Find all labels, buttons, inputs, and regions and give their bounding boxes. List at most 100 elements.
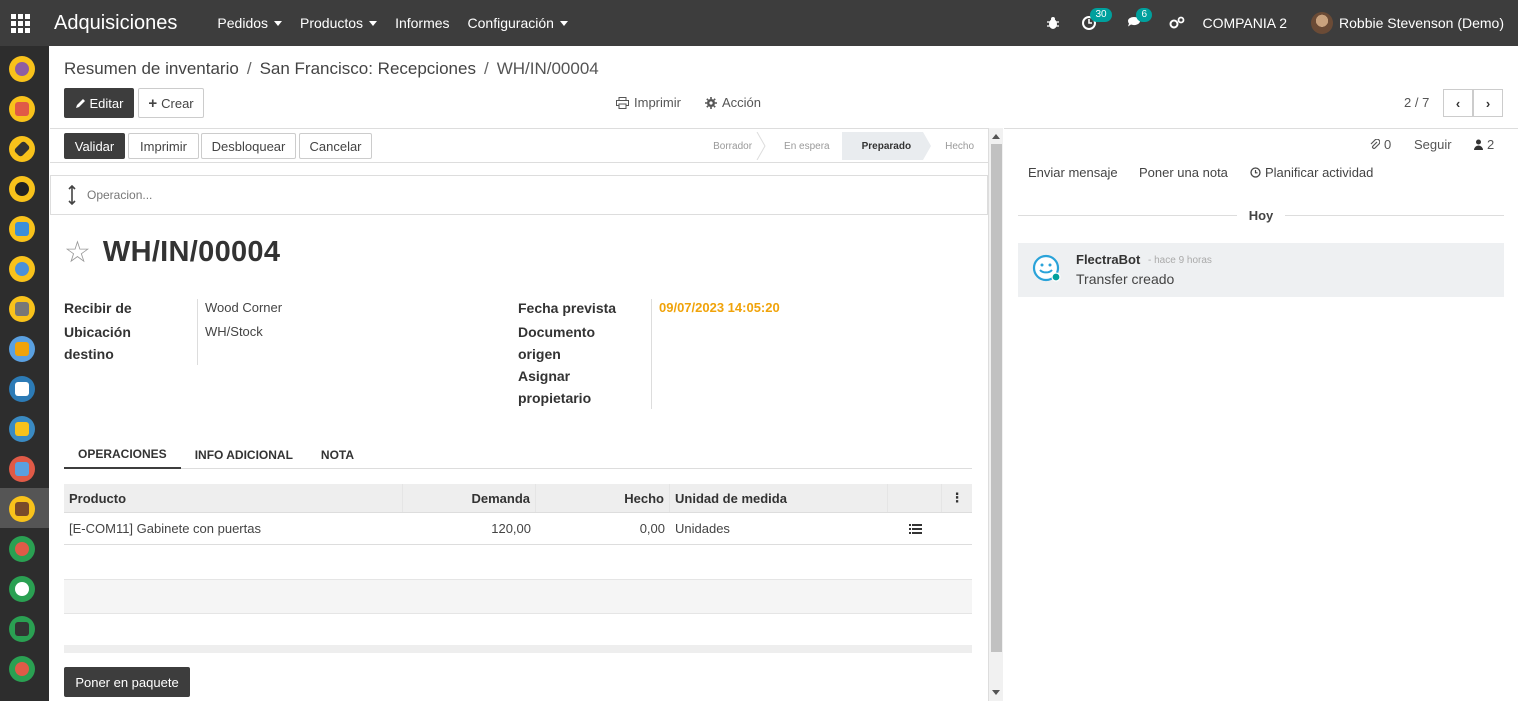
source-doc-label-line1: Documento bbox=[518, 324, 595, 340]
caret-down-icon bbox=[274, 20, 283, 26]
scheduled-date-label: Fecha prevista bbox=[518, 300, 617, 316]
menu-label: Pedidos bbox=[217, 15, 269, 31]
scheduled-date-value[interactable]: 09/07/2023 14:05:20 bbox=[659, 297, 780, 319]
menu-configuracion[interactable]: Configuración bbox=[468, 15, 568, 31]
stage-label: Borrador bbox=[713, 140, 753, 152]
validate-button[interactable]: Validar bbox=[64, 133, 125, 159]
messages-badge: 6 bbox=[1136, 8, 1153, 22]
app-icon-manufacturing[interactable] bbox=[9, 536, 35, 562]
message-body: Transfer creado bbox=[1076, 271, 1175, 287]
app-brand[interactable]: Adquisiciones bbox=[54, 12, 177, 35]
app-icon-sales[interactable] bbox=[9, 256, 35, 282]
col-demand[interactable]: Demanda bbox=[403, 484, 536, 512]
print-menu[interactable]: Imprimir bbox=[616, 95, 681, 110]
col-product[interactable]: Producto bbox=[64, 484, 403, 512]
app-icon-settings[interactable] bbox=[9, 656, 35, 682]
tab-note[interactable]: NOTA bbox=[307, 441, 368, 469]
menu-label: Informes bbox=[395, 15, 450, 31]
app-icon-pos[interactable] bbox=[9, 456, 35, 482]
source-doc-label-line2: origen bbox=[518, 346, 561, 362]
pager-value[interactable]: 2 / 7 bbox=[1404, 95, 1429, 110]
create-button[interactable]: + Crear bbox=[138, 88, 204, 118]
unlock-button[interactable]: Desbloquear bbox=[201, 133, 296, 159]
print-label: Imprimir bbox=[634, 95, 681, 110]
col-uom[interactable]: Unidad de medida bbox=[670, 484, 888, 512]
operation-type-field[interactable]: Operacion... bbox=[50, 175, 988, 215]
date-separator-label: Hoy bbox=[1248, 207, 1274, 223]
app-icon-project[interactable] bbox=[9, 416, 35, 442]
scroll-thumb[interactable] bbox=[991, 144, 1002, 652]
dest-location-value[interactable]: WH/Stock bbox=[205, 321, 263, 343]
bug-icon[interactable] bbox=[1042, 12, 1064, 34]
col-blank bbox=[888, 484, 942, 512]
star-icon[interactable]: ☆ bbox=[64, 237, 91, 268]
cancel-button[interactable]: Cancelar bbox=[299, 133, 372, 159]
tab-operations[interactable]: OPERACIONES bbox=[64, 441, 181, 469]
table-row[interactable]: [E-COM11] Gabinete con puertas 120,00 0,… bbox=[64, 513, 972, 545]
receive-from-value[interactable]: Wood Corner bbox=[205, 297, 282, 319]
menu-productos[interactable]: Productos bbox=[300, 15, 378, 31]
follow-button[interactable]: Seguir bbox=[1414, 137, 1452, 152]
action-label: Acción bbox=[722, 95, 762, 110]
app-icon-website[interactable] bbox=[9, 336, 35, 362]
stage-label: En espera bbox=[784, 140, 830, 152]
company-switch-icon[interactable] bbox=[1166, 12, 1188, 34]
followers-button[interactable]: 2 bbox=[1474, 137, 1494, 152]
send-message-button[interactable]: Enviar mensaje bbox=[1028, 165, 1118, 180]
caret-down-icon bbox=[369, 20, 378, 26]
company-name[interactable]: COMPANIA 2 bbox=[1202, 15, 1287, 31]
breadcrumb-item[interactable]: Resumen de inventario bbox=[64, 59, 239, 79]
stage-arrow-icon bbox=[923, 132, 932, 160]
edit-button[interactable]: Editar bbox=[64, 88, 134, 118]
log-note-button[interactable]: Poner una nota bbox=[1139, 165, 1228, 180]
print-button[interactable]: Imprimir bbox=[128, 133, 199, 159]
cell-uom: Unidades bbox=[675, 521, 730, 536]
stage-draft[interactable]: Borrador bbox=[693, 132, 766, 160]
app-icon-invoicing[interactable] bbox=[9, 376, 35, 402]
breadcrumb-separator: / bbox=[483, 59, 489, 78]
user-menu[interactable]: Robbie Stevenson (Demo) bbox=[1311, 12, 1504, 34]
pager-next-button[interactable]: › bbox=[1473, 89, 1503, 117]
message-timestamp: - hace 9 horas bbox=[1148, 255, 1212, 266]
app-icon-inventory[interactable] bbox=[9, 496, 35, 522]
app-icon-employees[interactable] bbox=[9, 576, 35, 602]
page-title: WH/IN/00004 bbox=[102, 236, 281, 268]
breadcrumb-separator: / bbox=[246, 59, 252, 78]
menu-pedidos[interactable]: Pedidos bbox=[217, 15, 283, 31]
column-options-icon[interactable]: ⋮ bbox=[942, 484, 972, 512]
app-icon-crm[interactable] bbox=[9, 216, 35, 242]
app-icon-fleet[interactable] bbox=[9, 616, 35, 642]
stage-waiting[interactable]: En espera bbox=[764, 132, 842, 160]
stage-pipeline: Borrador En espera Preparado Hecho bbox=[693, 132, 974, 160]
print-icon bbox=[616, 96, 629, 109]
put-in-pack-button[interactable]: Poner en paquete bbox=[64, 667, 190, 697]
schedule-activity-label: Planificar actividad bbox=[1265, 165, 1374, 180]
action-menu[interactable]: Acción bbox=[705, 95, 761, 110]
col-done[interactable]: Hecho bbox=[536, 484, 670, 512]
attachments-button[interactable]: 0 bbox=[1370, 137, 1391, 152]
empty-row bbox=[64, 614, 972, 648]
messages-icon[interactable]: 6 bbox=[1124, 8, 1153, 34]
pager-previous-button[interactable]: ‹ bbox=[1443, 89, 1473, 117]
app-icon-notes[interactable] bbox=[9, 136, 35, 162]
app-icon-contacts[interactable] bbox=[9, 176, 35, 202]
chevron-right-icon: › bbox=[1485, 95, 1491, 111]
activity-clock-icon[interactable]: 30 bbox=[1078, 8, 1112, 34]
scroll-down-icon[interactable] bbox=[992, 690, 1000, 695]
breadcrumb-item[interactable]: San Francisco: Recepciones bbox=[260, 59, 476, 79]
apps-sidebar bbox=[0, 46, 49, 701]
form-scrollbar[interactable] bbox=[988, 128, 1003, 701]
app-icon-discuss[interactable] bbox=[9, 56, 35, 82]
top-navbar: Adquisiciones Pedidos Productos Informes… bbox=[0, 0, 1518, 46]
message-author[interactable]: FlectraBot bbox=[1076, 252, 1140, 267]
dest-location-label-line2: destino bbox=[64, 346, 114, 362]
app-icon-documents[interactable] bbox=[9, 296, 35, 322]
menu-informes[interactable]: Informes bbox=[395, 15, 449, 31]
schedule-activity-button[interactable]: Planificar actividad bbox=[1250, 165, 1373, 180]
scroll-up-icon[interactable] bbox=[992, 134, 1000, 139]
tab-additional-info[interactable]: INFO ADICIONAL bbox=[181, 441, 307, 469]
apps-menu-icon[interactable] bbox=[0, 0, 40, 46]
app-icon-calendar[interactable] bbox=[9, 96, 35, 122]
stage-ready[interactable]: Preparado bbox=[841, 132, 932, 160]
details-list-icon[interactable] bbox=[888, 513, 942, 544]
